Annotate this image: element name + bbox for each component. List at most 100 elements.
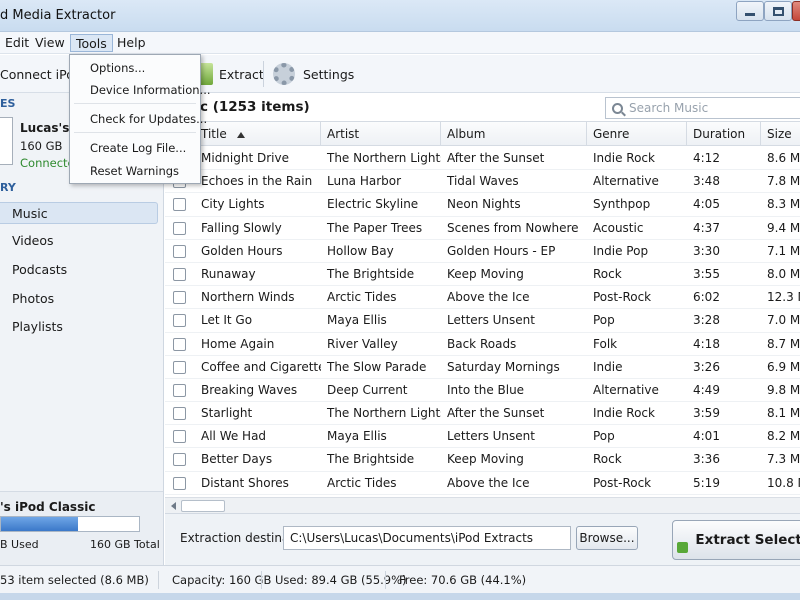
- menu-item-options[interactable]: Options...: [70, 58, 200, 78]
- browse-button[interactable]: Browse...: [576, 526, 638, 550]
- horizontal-scrollbar[interactable]: [165, 497, 800, 514]
- cell-size: 12.3 MB: [767, 290, 800, 305]
- row-checkbox[interactable]: [173, 221, 186, 235]
- row-checkbox[interactable]: [173, 430, 186, 444]
- cell-album: Saturday Mornings: [447, 359, 560, 374]
- column-header-size[interactable]: Size: [761, 122, 800, 146]
- cell-genre: Alternative: [593, 174, 659, 189]
- row-checkbox[interactable]: [173, 337, 186, 351]
- cell-album: After the Sunset: [447, 151, 545, 165]
- table-row[interactable]: City Lights Electric Skyline Neon Nights Sy…: [165, 193, 800, 217]
- sidebar-item-playlists[interactable]: Playlists: [0, 316, 158, 338]
- cell-title: Starlight: [201, 406, 253, 421]
- cell-title: All We Had: [201, 429, 267, 444]
- cell-size: 8.3 MB: [767, 197, 800, 212]
- status-bar: 53 item selected (8.6 MB) Capacity: 160 …: [0, 565, 800, 593]
- close-button[interactable]: [792, 1, 800, 21]
- table-row[interactable]: All We Had Maya Ellis Letters Unsent Pop 4:0…: [165, 425, 800, 449]
- cell-genre: Indie Pop: [593, 243, 649, 258]
- row-checkbox[interactable]: [173, 360, 186, 374]
- row-checkbox[interactable]: [173, 407, 186, 421]
- row-checkbox[interactable]: [173, 314, 186, 328]
- settings-button[interactable]: Settings: [273, 55, 354, 93]
- row-checkbox[interactable]: [173, 453, 186, 467]
- column-header-album[interactable]: Album: [441, 122, 587, 146]
- status-selection: 53 item selected (8.6 MB): [0, 573, 149, 587]
- row-checkbox[interactable]: [173, 198, 186, 212]
- row-checkbox[interactable]: [173, 383, 186, 397]
- scroll-left-icon[interactable]: [171, 502, 176, 510]
- minimize-icon: [745, 13, 755, 16]
- table-row[interactable]: Better Days The Brightside Keep Moving Rock…: [165, 448, 800, 472]
- column-header-genre[interactable]: Genre: [587, 122, 687, 146]
- sidebar-item-music[interactable]: Music: [0, 202, 158, 224]
- column-header-duration[interactable]: Duration: [687, 122, 761, 146]
- sidebar-item-podcasts[interactable]: Podcasts: [0, 259, 158, 281]
- menu-tools[interactable]: Tools: [70, 34, 113, 52]
- extraction-path-input[interactable]: [283, 526, 571, 550]
- storage-progress-bar: [0, 516, 140, 532]
- menu-separator: [74, 132, 196, 133]
- cell-duration: 3:30: [693, 243, 720, 258]
- menu-view[interactable]: View: [30, 34, 70, 52]
- cell-artist: The Northern Lights: [327, 406, 441, 421]
- table-row[interactable]: Starlight The Northern Lights After the Su…: [165, 402, 800, 426]
- table-row[interactable]: Let It Go Maya Ellis Letters Unsent Pop 3:28…: [165, 309, 800, 333]
- cell-artist: River Valley: [327, 336, 398, 351]
- table-row[interactable]: Coffee and Cigarettes The Slow Parade Satu…: [165, 356, 800, 379]
- table-row[interactable]: Home Again River Valley Back Roads Folk 4:18…: [165, 333, 800, 356]
- menu-help[interactable]: Help: [112, 34, 151, 52]
- table-row[interactable]: Runaway The Brightside Keep Moving Rock 3:55…: [165, 263, 800, 287]
- cell-duration: 3:36: [693, 452, 720, 467]
- column-header-artist[interactable]: Artist: [321, 122, 441, 146]
- cell-artist: Arctic Tides: [327, 290, 397, 305]
- cell-artist: The Slow Parade: [327, 359, 427, 374]
- cell-title: Runaway: [201, 266, 256, 281]
- cell-duration: 3:48: [693, 174, 720, 189]
- table-row[interactable]: Distant Shores Arctic Tides Above the Ice P…: [165, 472, 800, 495]
- sort-ascending-icon: [236, 131, 245, 138]
- cell-genre: Indie: [593, 359, 623, 374]
- extract-selected-button[interactable]: Extract Selecte: [672, 520, 800, 560]
- scrollbar-thumb[interactable]: [181, 500, 225, 512]
- row-checkbox[interactable]: [173, 244, 186, 258]
- table-row[interactable]: Falling Slowly The Paper Trees Scenes from…: [165, 217, 800, 240]
- search-input[interactable]: [629, 101, 799, 115]
- table-row[interactable]: Golden Hours Hollow Bay Golden Hours - EP I…: [165, 240, 800, 263]
- menu-item-create-log-file[interactable]: Create Log File...: [70, 138, 200, 158]
- minimize-button[interactable]: [736, 1, 764, 21]
- cell-duration: 3:26: [693, 359, 720, 374]
- cell-title: Distant Shores: [201, 475, 289, 490]
- row-checkbox[interactable]: [173, 476, 186, 490]
- cell-genre: Indie Rock: [593, 151, 655, 165]
- sidebar-item-videos[interactable]: Videos: [0, 230, 158, 252]
- cell-album: Letters Unsent: [447, 429, 535, 444]
- cell-artist: Luna Harbor: [327, 174, 402, 189]
- table-row[interactable]: Midnight Drive The Northern Lights After t…: [165, 147, 800, 171]
- main-panel: c (1253 items) Title Artist Album Genre …: [165, 93, 800, 514]
- maximize-button[interactable]: [764, 1, 792, 21]
- menu-separator: [74, 103, 196, 104]
- cell-album: Tidal Waves: [447, 174, 519, 189]
- table-row[interactable]: Breaking Waves Deep Current Into the Blue A…: [165, 379, 800, 403]
- table-row[interactable]: Northern Winds Arctic Tides Above the Ice P…: [165, 286, 800, 310]
- cell-album: Keep Moving: [447, 452, 524, 467]
- cell-duration: 3:28: [693, 313, 720, 328]
- cell-duration: 4:18: [693, 336, 720, 351]
- row-checkbox[interactable]: [173, 267, 186, 281]
- title-bar: d Media Extractor: [0, 0, 800, 32]
- row-checkbox[interactable]: [173, 291, 186, 305]
- column-header-title[interactable]: Title: [195, 122, 321, 146]
- status-used: Used: 89.4 GB (55.9%): [275, 573, 407, 587]
- table-row[interactable]: Echoes in the Rain Luna Harbor Tidal Waves…: [165, 170, 800, 194]
- cell-genre: Alternative: [593, 382, 659, 397]
- menu-item-check-for-updates[interactable]: Check for Updates...: [70, 109, 207, 129]
- menu-item-reset-warnings[interactable]: Reset Warnings: [70, 161, 200, 181]
- cell-title: Coffee and Cigarettes: [201, 359, 321, 374]
- menu-item-device-information[interactable]: Device Information...: [70, 80, 211, 100]
- maximize-icon: [772, 6, 784, 16]
- search-box[interactable]: [605, 97, 800, 119]
- sidebar-item-photos[interactable]: Photos: [0, 288, 158, 310]
- cell-duration: 5:19: [693, 475, 720, 490]
- gear-icon: [273, 63, 295, 85]
